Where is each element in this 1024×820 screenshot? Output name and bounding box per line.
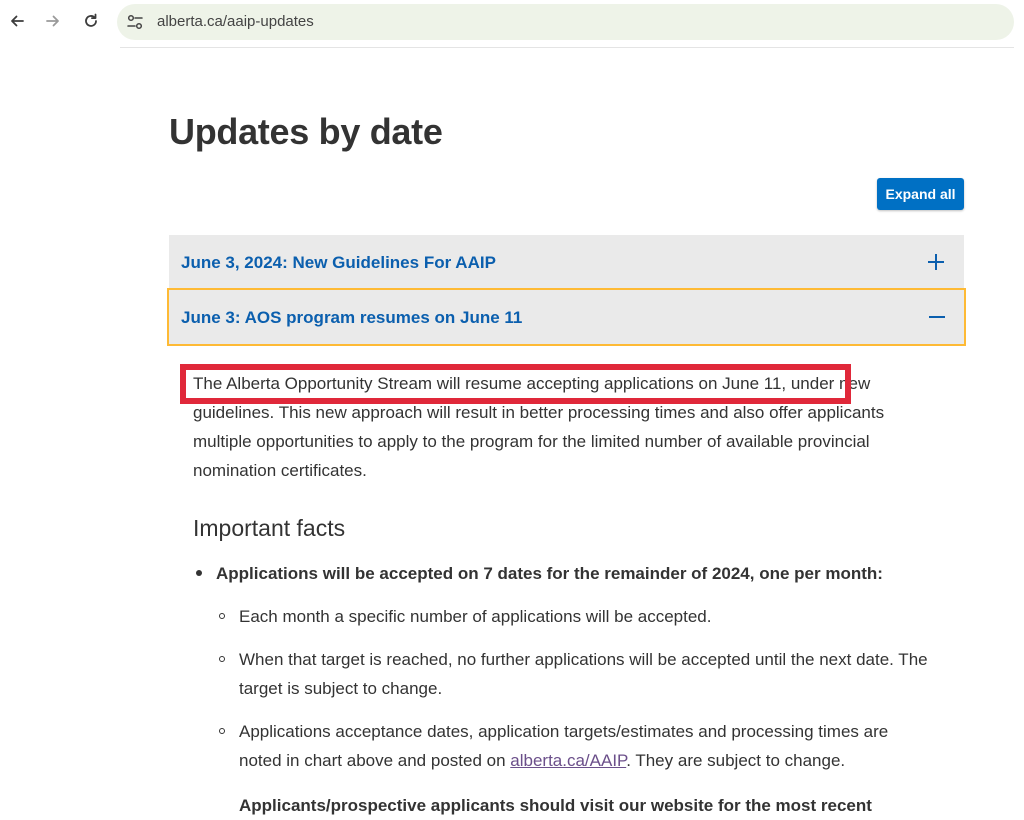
sub-list-item: When that target is reached, no further … <box>219 645 934 703</box>
list-item-main: Applications will be accepted on 7 dates… <box>193 560 883 588</box>
cutoff-text: Applicants/prospective applicants should… <box>239 796 872 815</box>
main-bullet-text: Applications will be accepted on 7 dates… <box>216 564 883 583</box>
important-facts-heading: Important facts <box>193 515 346 541</box>
minus-icon <box>929 316 945 318</box>
bullet-circle-icon <box>219 728 225 734</box>
bullet-circle-icon <box>219 656 225 662</box>
plus-icon <box>928 254 944 270</box>
arrow-left-icon <box>11 15 24 27</box>
forward-button[interactable] <box>40 8 66 34</box>
sub-bullet-text: Applications acceptance dates, applicati… <box>239 717 934 775</box>
aaip-link[interactable]: alberta.ca/AAIP <box>510 751 626 770</box>
accordion-item-new-guidelines[interactable]: June 3, 2024: New Guidelines For AAIP <box>169 235 964 289</box>
bullet-dot-icon <box>196 569 202 576</box>
page-title: Updates by date <box>169 111 443 152</box>
address-bar[interactable]: alberta.ca/aaip-updates <box>117 4 1014 40</box>
reload-button[interactable] <box>78 8 104 34</box>
page-divider <box>120 47 1014 48</box>
accordion-item-aos-resumes[interactable]: June 3: AOS program resumes on June 11 <box>167 288 966 346</box>
accordion-label: June 3: AOS program resumes on June 11 <box>181 308 523 327</box>
url-text[interactable]: alberta.ca/aaip-updates <box>157 13 314 31</box>
accordion-label: June 3, 2024: New Guidelines For AAIP <box>181 253 496 272</box>
browser-toolbar: alberta.ca/aaip-updates <box>0 0 1024 44</box>
sub-bullet-text: When that target is reached, no further … <box>239 650 928 698</box>
back-button[interactable] <box>4 8 30 34</box>
tune-icon[interactable] <box>126 13 144 31</box>
sub-list-item: Applications acceptance dates, applicati… <box>219 717 934 775</box>
arrow-right-icon <box>46 15 59 27</box>
sub-bullet-text: Each month a specific number of applicat… <box>239 607 712 626</box>
sub-list-item: Each month a specific number of applicat… <box>219 602 934 631</box>
bullet-circle-icon <box>219 613 225 619</box>
expand-all-button[interactable]: Expand all <box>877 178 964 210</box>
sub-bullet-text-after: . They are subject to change. <box>626 751 846 770</box>
annotation-highlight-box <box>180 364 851 404</box>
reload-icon <box>85 13 97 27</box>
